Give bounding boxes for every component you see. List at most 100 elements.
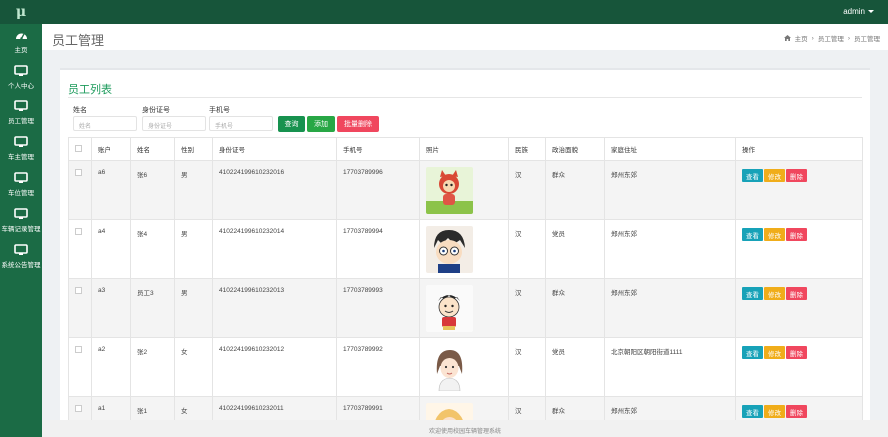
- view-button[interactable]: 查看: [742, 228, 763, 241]
- table-row: a6 张6 男 410224199610232016 17703789996 汉…: [68, 160, 863, 220]
- name-input[interactable]: 姓名: [73, 116, 137, 131]
- edit-button[interactable]: 修改: [764, 169, 785, 182]
- caret-down-icon: [868, 10, 874, 13]
- delete-button[interactable]: 删除: [786, 169, 807, 182]
- sidebar: 主页 个人中心 员工管理 车主管理 车位管理 车辆记录管理 系统公告管理: [0, 24, 42, 437]
- table-row: a2 张2 女 410224199610232012 17703789992 汉: [68, 337, 863, 397]
- sidebar-item-owners[interactable]: 车主管理: [0, 136, 42, 161]
- id-cell: 410224199610232013: [212, 278, 337, 338]
- edit-button[interactable]: 修改: [764, 405, 785, 418]
- chevron-right-icon: ›: [847, 34, 850, 42]
- view-button[interactable]: 查看: [742, 346, 763, 359]
- row-checkbox[interactable]: [75, 228, 82, 235]
- view-button[interactable]: 查看: [742, 405, 763, 418]
- actions-cell: 查看 修改 删除: [735, 219, 863, 279]
- address-cell: 郑州东郊: [604, 219, 736, 279]
- divider: [68, 97, 862, 98]
- edit-button[interactable]: 修改: [764, 346, 785, 359]
- sidebar-item-employees[interactable]: 员工管理: [0, 100, 42, 125]
- delete-button[interactable]: 删除: [786, 346, 807, 359]
- actions-cell: 查看 修改 删除: [735, 160, 863, 220]
- dashboard-icon: [15, 33, 27, 40]
- select-all-cell[interactable]: [68, 137, 92, 161]
- name-cell: 张2: [130, 337, 175, 397]
- delete-button[interactable]: 删除: [786, 287, 807, 300]
- account-cell: a4: [91, 219, 131, 279]
- account-cell: a6: [91, 160, 131, 220]
- sidebar-item-home[interactable]: 主页: [0, 30, 42, 54]
- employee-list-card: 员工列表 姓名 姓名 身份证号 身份证号 手机号 手机号 查询 添加 批量删除 …: [60, 68, 870, 437]
- column-header: 家庭住址: [604, 137, 736, 161]
- table-header-row: 账户 姓名 性别 身份证号 手机号 照片 民族 政治面貌 家庭住址 操作: [68, 137, 863, 161]
- monitor-icon: [14, 65, 28, 76]
- column-header: 手机号: [336, 137, 420, 161]
- id-cell: 410224199610232012: [212, 337, 337, 397]
- top-bar: μ admin: [0, 0, 888, 24]
- page-header: 员工管理 主页 › 员工管理 › 员工管理: [42, 24, 888, 50]
- actions-cell: 查看 修改 删除: [735, 278, 863, 338]
- phone-cell: 17703789992: [336, 337, 420, 397]
- edit-button[interactable]: 修改: [764, 228, 785, 241]
- view-button[interactable]: 查看: [742, 287, 763, 300]
- photo-cell: [419, 278, 509, 338]
- row-checkbox[interactable]: [75, 346, 82, 353]
- address-cell: 郑州东郊: [604, 278, 736, 338]
- query-button[interactable]: 查询: [278, 116, 305, 132]
- column-header: 政治面貌: [545, 137, 605, 161]
- sidebar-item-personal[interactable]: 个人中心: [0, 65, 42, 90]
- account-cell: a2: [91, 337, 131, 397]
- column-header: 操作: [735, 137, 863, 161]
- column-header: 照片: [419, 137, 509, 161]
- ethnic-cell: 汉: [508, 160, 546, 220]
- breadcrumb-current: 员工管理: [854, 36, 880, 43]
- monitor-icon: [14, 208, 28, 219]
- cartoon-cat-photo: [426, 167, 473, 214]
- row-checkbox[interactable]: [75, 169, 82, 176]
- column-header: 账户: [91, 137, 131, 161]
- row-checkbox[interactable]: [75, 287, 82, 294]
- gender-cell: 男: [174, 219, 213, 279]
- edit-button[interactable]: 修改: [764, 287, 785, 300]
- table-row: a4 张4 男 410224199610232014 17703789994 汉…: [68, 219, 863, 279]
- gender-cell: 男: [174, 278, 213, 338]
- photo-cell: [419, 219, 509, 279]
- gender-cell: 男: [174, 160, 213, 220]
- political-cell: 群众: [545, 278, 605, 338]
- column-header: 民族: [508, 137, 546, 161]
- id-input[interactable]: 身份证号: [142, 116, 206, 131]
- name-cell: 张6: [130, 160, 175, 220]
- add-button[interactable]: 添加: [307, 116, 335, 132]
- sidebar-item-vehicle-records[interactable]: 车辆记录管理: [0, 208, 42, 233]
- phone-cell: 17703789993: [336, 278, 420, 338]
- political-cell: 党员: [545, 337, 605, 397]
- address-cell: 北京朝阳区朝阳街道1111: [604, 337, 736, 397]
- cartoon-boy-glasses-photo: [426, 226, 473, 273]
- name-label: 姓名: [73, 107, 87, 114]
- page-title: 员工管理: [52, 33, 105, 48]
- cartoon-girl-photo: [426, 344, 473, 391]
- user-name: admin: [843, 7, 865, 16]
- home-icon: [783, 35, 791, 41]
- phone-input[interactable]: 手机号: [209, 116, 273, 131]
- gender-cell: 女: [174, 337, 213, 397]
- select-all-checkbox[interactable]: [75, 144, 82, 152]
- breadcrumb-section[interactable]: 员工管理: [818, 33, 844, 43]
- monitor-icon: [14, 172, 28, 183]
- breadcrumb-home[interactable]: 主页: [795, 33, 808, 43]
- delete-button[interactable]: 删除: [786, 405, 807, 418]
- sidebar-item-parking[interactable]: 车位管理: [0, 172, 42, 197]
- id-cell: 410224199610232014: [212, 219, 337, 279]
- id-cell: 410224199610232016: [212, 160, 337, 220]
- ethnic-cell: 汉: [508, 278, 546, 338]
- column-header: 身份证号: [212, 137, 337, 161]
- batch-delete-button[interactable]: 批量删除: [337, 116, 379, 132]
- view-button[interactable]: 查看: [742, 169, 763, 182]
- address-cell: 郑州东郊: [604, 160, 736, 220]
- monitor-icon: [14, 100, 28, 111]
- user-menu[interactable]: admin: [843, 7, 874, 16]
- row-checkbox[interactable]: [75, 405, 82, 412]
- sidebar-item-announcements[interactable]: 系统公告管理: [0, 244, 42, 269]
- delete-button[interactable]: 删除: [786, 228, 807, 241]
- name-cell: 员工3: [130, 278, 175, 338]
- phone-cell: 17703789996: [336, 160, 420, 220]
